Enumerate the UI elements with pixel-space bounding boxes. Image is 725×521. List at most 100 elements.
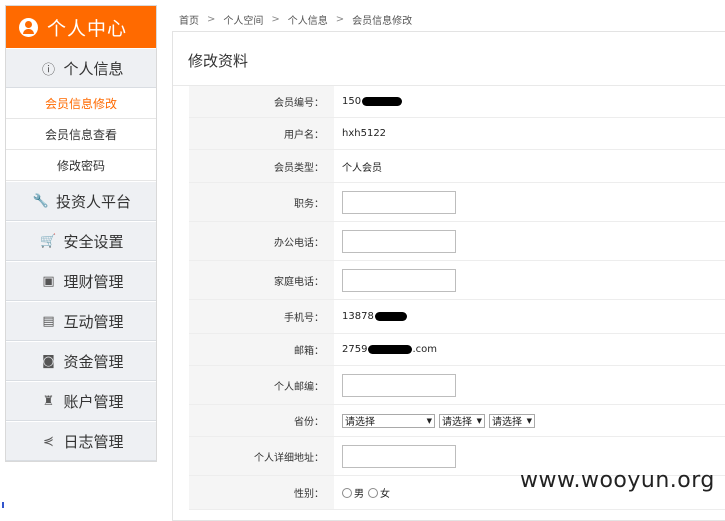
sidebar-group-finance[interactable]: ▣ 理财管理: [6, 261, 156, 301]
field-label: 职务：: [189, 183, 334, 221]
finance-icon: ▣: [42, 273, 55, 289]
sidebar-group-label: 投资人平台: [55, 192, 131, 211]
watermark: www.wooyun.org: [520, 468, 715, 493]
redaction-mark: [362, 97, 403, 106]
field-label: 个人邮编：: [189, 366, 334, 404]
username-value: hxh5122: [342, 128, 387, 139]
sidebar-item-edit-member-info[interactable]: 会员信息修改: [6, 88, 156, 119]
page-title: 修改资料: [188, 52, 249, 70]
sidebar-title: 个人中心: [47, 17, 128, 40]
field-label: 会员编号：: [189, 86, 334, 117]
field-label: 会员类型：: [189, 150, 334, 182]
gender-male-label: 男: [354, 489, 364, 500]
gender-female-radio[interactable]: [368, 487, 378, 498]
form-row-username: 用户名： hxh5122: [189, 118, 725, 150]
field-label: 办公电话：: [189, 222, 334, 260]
gender-male-radio[interactable]: [342, 487, 352, 498]
chevron-right-icon: >: [335, 14, 345, 25]
sidebar-item-view-member-info[interactable]: 会员信息查看: [6, 119, 156, 150]
interaction-icon: ▤: [42, 313, 55, 329]
account-icon: ♜: [42, 393, 55, 409]
camera-icon: ◙: [42, 353, 55, 369]
breadcrumb-current: 会员信息修改: [352, 16, 413, 27]
profile-form: 会员编号： 150 用户名： hxh5122 会员类型： 个人会员 职务： 办公…: [189, 86, 725, 510]
breadcrumb-home[interactable]: 首页: [179, 12, 199, 27]
province-selects: 请选择 ▼ 请选择 ▼ 请选择 ▼: [334, 405, 725, 436]
sidebar-group-label: 资金管理: [63, 352, 124, 371]
field-label: 家庭电话：: [189, 261, 334, 299]
info-icon: ⓘ: [41, 62, 55, 78]
field-cell: [334, 366, 725, 404]
chevron-right-icon: >: [207, 14, 216, 25]
form-row-office-phone: 办公电话：: [189, 222, 725, 261]
email-prefix: 2759: [342, 344, 368, 355]
redaction-mark: [374, 312, 407, 321]
member-id-value: 150: [334, 86, 725, 117]
corner-mark: [2, 502, 4, 508]
field-label: 手机号：: [189, 300, 334, 333]
breadcrumb-personal-space[interactable]: 个人空间: [223, 12, 263, 27]
sidebar-item-change-password[interactable]: 修改密码: [6, 150, 156, 181]
sidebar-group-account[interactable]: ♜ 账户管理: [6, 381, 156, 421]
position-input[interactable]: [342, 190, 456, 214]
province-select[interactable]: 请选择 ▼: [342, 413, 435, 428]
field-label: 省份：: [189, 405, 334, 436]
member-type-value: 个人会员: [342, 162, 382, 174]
user-icon: [19, 17, 38, 37]
dropdown-arrow-icon: ▼: [426, 416, 432, 425]
sidebar-group-investor-platform[interactable]: 🔧 投资人平台: [6, 181, 156, 221]
redaction-mark: [368, 345, 413, 354]
office-phone-input[interactable]: [342, 229, 456, 253]
gender-female-label: 女: [380, 489, 390, 500]
sidebar-header: 个人中心: [6, 6, 156, 48]
sidebar-group-label: 个人信息: [63, 59, 124, 78]
form-row-position: 职务：: [189, 183, 725, 222]
postcode-input[interactable]: [342, 373, 456, 397]
email-value: 2759 .com: [334, 334, 725, 365]
sidebar-group-label: 日志管理: [63, 432, 124, 451]
breadcrumb-personal-info[interactable]: 个人信息: [288, 12, 328, 27]
share-icon: ⋞: [43, 433, 54, 449]
sidebar-group-label: 互动管理: [63, 312, 124, 331]
mobile-value: 13878: [334, 300, 725, 333]
chevron-right-icon: >: [271, 14, 280, 25]
sidebar-group-label: 理财管理: [63, 272, 124, 291]
home-phone-input[interactable]: [342, 268, 456, 292]
email-suffix: .com: [412, 344, 437, 355]
field-label: 个人详细地址：: [189, 437, 334, 475]
select-value: 请选择: [492, 417, 522, 428]
form-row-postcode: 个人邮编：: [189, 366, 725, 405]
form-row-mobile: 手机号： 13878: [189, 300, 725, 334]
field-label: 邮箱：: [189, 334, 334, 365]
field-cell: [334, 183, 725, 221]
sidebar-group-security[interactable]: 🛒 安全设置: [6, 221, 156, 261]
edit-profile-panel: 修改资料 会员编号： 150 用户名： hxh5122 会员类型： 个人会员 职…: [172, 31, 725, 521]
sidebar-group-label: 安全设置: [63, 232, 124, 251]
district-select[interactable]: 请选择 ▼: [489, 413, 535, 428]
form-row-member-id: 会员编号： 150: [189, 86, 725, 118]
sidebar-group-personal-info[interactable]: ⓘ 个人信息: [6, 48, 156, 88]
dropdown-arrow-icon: ▼: [526, 416, 532, 425]
field-cell: [334, 261, 725, 299]
select-value: 请选择: [345, 417, 375, 428]
wrench-icon: 🔧: [32, 193, 50, 209]
sidebar-group-label: 账户管理: [63, 392, 124, 411]
breadcrumb: 首页 > 个人空间 > 个人信息 > 会员信息修改: [179, 12, 412, 27]
cart-icon: 🛒: [40, 233, 57, 249]
field-label: 用户名：: [189, 118, 334, 149]
sidebar-group-interaction[interactable]: ▤ 互动管理: [6, 301, 156, 341]
mobile-text: 13878: [342, 311, 374, 322]
select-value: 请选择: [442, 417, 472, 428]
field-label: 性别：: [189, 476, 334, 509]
member-id-text: 150: [342, 96, 362, 107]
city-select[interactable]: 请选择 ▼: [439, 413, 485, 428]
form-row-email: 邮箱： 2759 .com: [189, 334, 725, 366]
dropdown-arrow-icon: ▼: [476, 416, 482, 425]
sidebar-group-funds[interactable]: ◙ 资金管理: [6, 341, 156, 381]
address-input[interactable]: [342, 444, 456, 468]
field-cell: [334, 222, 725, 260]
form-row-home-phone: 家庭电话：: [189, 261, 725, 300]
sidebar-group-logs[interactable]: ⋞ 日志管理: [6, 421, 156, 461]
form-row-member-type: 会员类型： 个人会员: [189, 150, 725, 183]
form-row-province: 省份： 请选择 ▼ 请选择 ▼ 请选择 ▼: [189, 405, 725, 437]
